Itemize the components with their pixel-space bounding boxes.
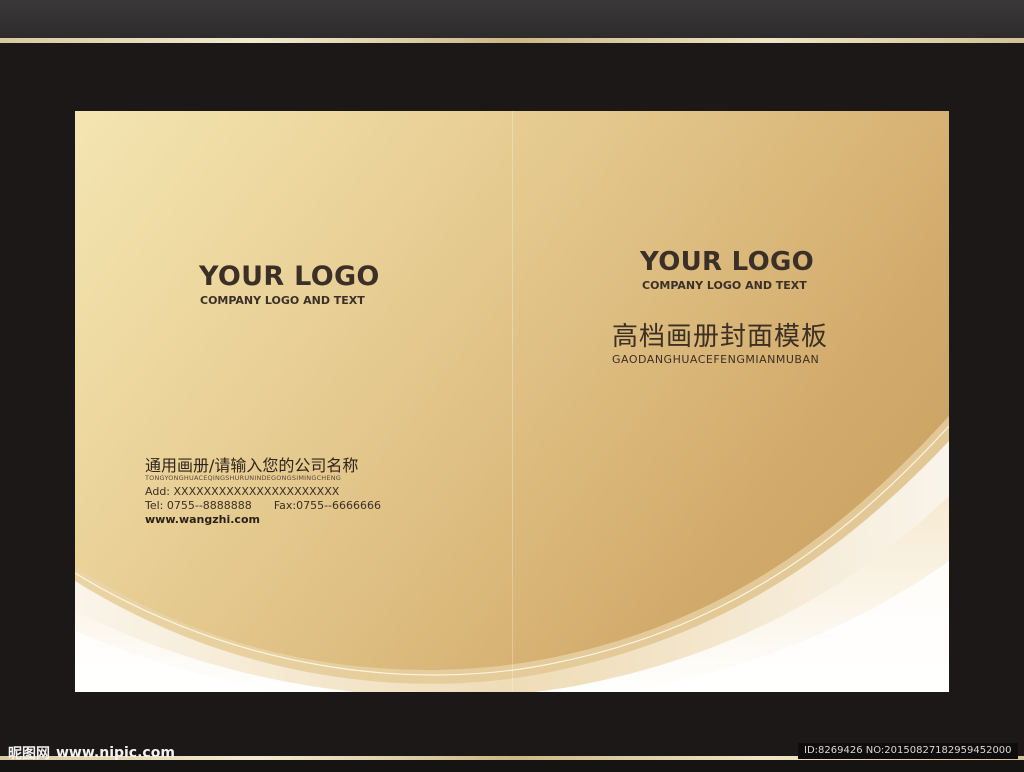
cover-title: 高档画册封面模板: [612, 322, 829, 352]
company-name: 通用画册/请输入您的公司名称: [145, 456, 359, 475]
brochure-spread: YOUR LOGO COMPANY LOGO AND TEXT 通用画册/请输入…: [75, 111, 949, 692]
watermark-brand-name: 昵图网: [8, 746, 50, 762]
address-line: Add: XXXXXXXXXXXXXXXXXXXXXX: [145, 485, 340, 498]
contact-line: Tel: 0755--8888888 Fax:0755--6666666: [145, 499, 381, 512]
top-gold-rule: [0, 38, 1024, 43]
front-logo-title: YOUR LOGO: [640, 247, 815, 277]
tel-text: Tel: 0755--8888888: [145, 499, 252, 512]
website-text: www.wangzhi.com: [145, 513, 260, 526]
company-pinyin: TONGYONGHUACEQINGSHURUNINDEGONGSIMINGCHE…: [145, 474, 341, 482]
image-id-label: ID:8269426 NO:20150827182959452000: [798, 743, 1018, 759]
back-cover: YOUR LOGO COMPANY LOGO AND TEXT 通用画册/请输入…: [75, 111, 512, 692]
watermark-brand: 昵图网 www.nipic.com: [8, 743, 175, 763]
watermark-url: www.nipic.com: [56, 745, 175, 761]
fax-text: Fax:0755--6666666: [273, 499, 382, 512]
top-band: [0, 0, 1024, 38]
back-logo-subtitle: COMPANY LOGO AND TEXT: [200, 294, 365, 307]
cover-title-pinyin: GAODANGHUACEFENGMIANMUBAN: [612, 353, 820, 366]
back-logo-title: YOUR LOGO: [199, 261, 380, 292]
front-cover: YOUR LOGO COMPANY LOGO AND TEXT 高档画册封面模板…: [512, 111, 949, 692]
front-logo-subtitle: COMPANY LOGO AND TEXT: [642, 279, 807, 292]
